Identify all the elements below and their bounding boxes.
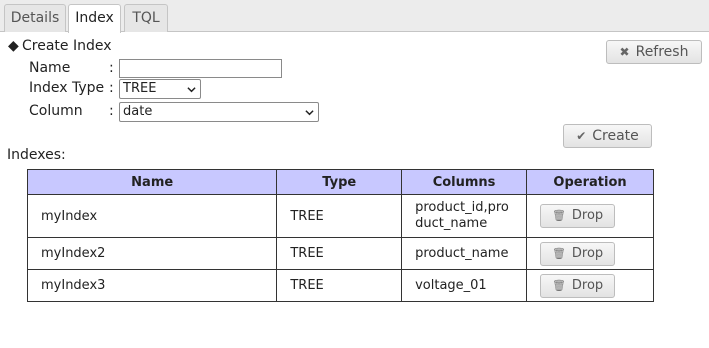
column-value: date [123, 104, 153, 119]
index-type-value: TREE [123, 81, 157, 96]
indexes-label: Indexes: [7, 147, 66, 163]
name-label: Name [29, 60, 71, 76]
header-type: Type [276, 169, 403, 195]
tab-details[interactable]: Details [4, 4, 66, 32]
table-row: myIndex3 TREE voltage_01 🗑 Drop [26, 269, 654, 302]
table-row: myIndex2 TREE product_name 🗑 Drop [26, 237, 654, 270]
name-colon: : [109, 60, 114, 76]
chevron-down-icon [187, 87, 196, 93]
refresh-button[interactable]: ✖ Refresh [606, 40, 702, 64]
header-columns: Columns [401, 169, 528, 195]
tab-tql[interactable]: TQL [124, 4, 168, 32]
header-operation: Operation [526, 169, 654, 195]
column-label: Column [29, 103, 83, 119]
drop-button-label: Drop [571, 208, 604, 223]
trash-icon: 🗑 [551, 246, 566, 260]
trash-icon: 🗑 [551, 278, 566, 292]
index-type-label: Index Type [29, 80, 105, 96]
create-index-title: Create Index [22, 38, 112, 54]
row-type: TREE [276, 269, 403, 302]
row-operation: 🗑 Drop [526, 194, 654, 238]
column-select[interactable]: date [119, 102, 319, 122]
row-name: myIndex3 [26, 269, 278, 302]
drop-button-label: Drop [571, 277, 604, 293]
row-type: TREE [276, 194, 403, 238]
row-name: myIndex2 [26, 237, 278, 270]
indexes-table: Name Type Columns Operation myIndex TREE… [26, 169, 654, 302]
tab-index[interactable]: Index [68, 4, 121, 33]
refresh-button-label: Refresh [635, 44, 689, 60]
table-header-row: Name Type Columns Operation [26, 169, 654, 195]
index-type-row: Index Type : TREE [29, 78, 209, 99]
trash-icon: 🗑 [551, 209, 566, 222]
column-colon: : [109, 103, 114, 119]
table-row: myIndex TREE product_id,product_name 🗑 Dr… [26, 194, 654, 238]
checkmark-icon: ✔ [576, 129, 587, 143]
create-button-label: Create [592, 128, 639, 144]
header-name: Name [26, 169, 278, 195]
row-columns: voltage_01 [401, 269, 528, 302]
chevron-down-icon [305, 110, 314, 116]
close-x-icon: ✖ [619, 45, 630, 59]
tab-bar: Details Index TQL [0, 0, 709, 33]
index-type-colon: : [109, 80, 114, 96]
row-operation: 🗑 Drop [526, 269, 654, 302]
drop-button[interactable]: 🗑 Drop [540, 273, 616, 298]
drop-button-label: Drop [571, 245, 604, 261]
row-columns: product_id,product_name [401, 194, 528, 238]
drop-button[interactable]: 🗑 Drop [540, 204, 616, 228]
name-input[interactable] [119, 59, 282, 78]
index-type-select[interactable]: TREE [119, 79, 201, 99]
create-index-heading: ◆ Create Index [8, 38, 112, 54]
row-operation: 🗑 Drop [526, 237, 654, 270]
row-name: myIndex [26, 194, 278, 238]
column-row: Column : date [29, 101, 329, 122]
row-columns: product_name [401, 237, 528, 270]
drop-button[interactable]: 🗑 Drop [540, 241, 616, 266]
diamond-bullet-icon: ◆ [8, 38, 19, 54]
create-button[interactable]: ✔ Create [563, 124, 652, 148]
row-type: TREE [276, 237, 403, 270]
name-row: Name : [29, 58, 289, 78]
